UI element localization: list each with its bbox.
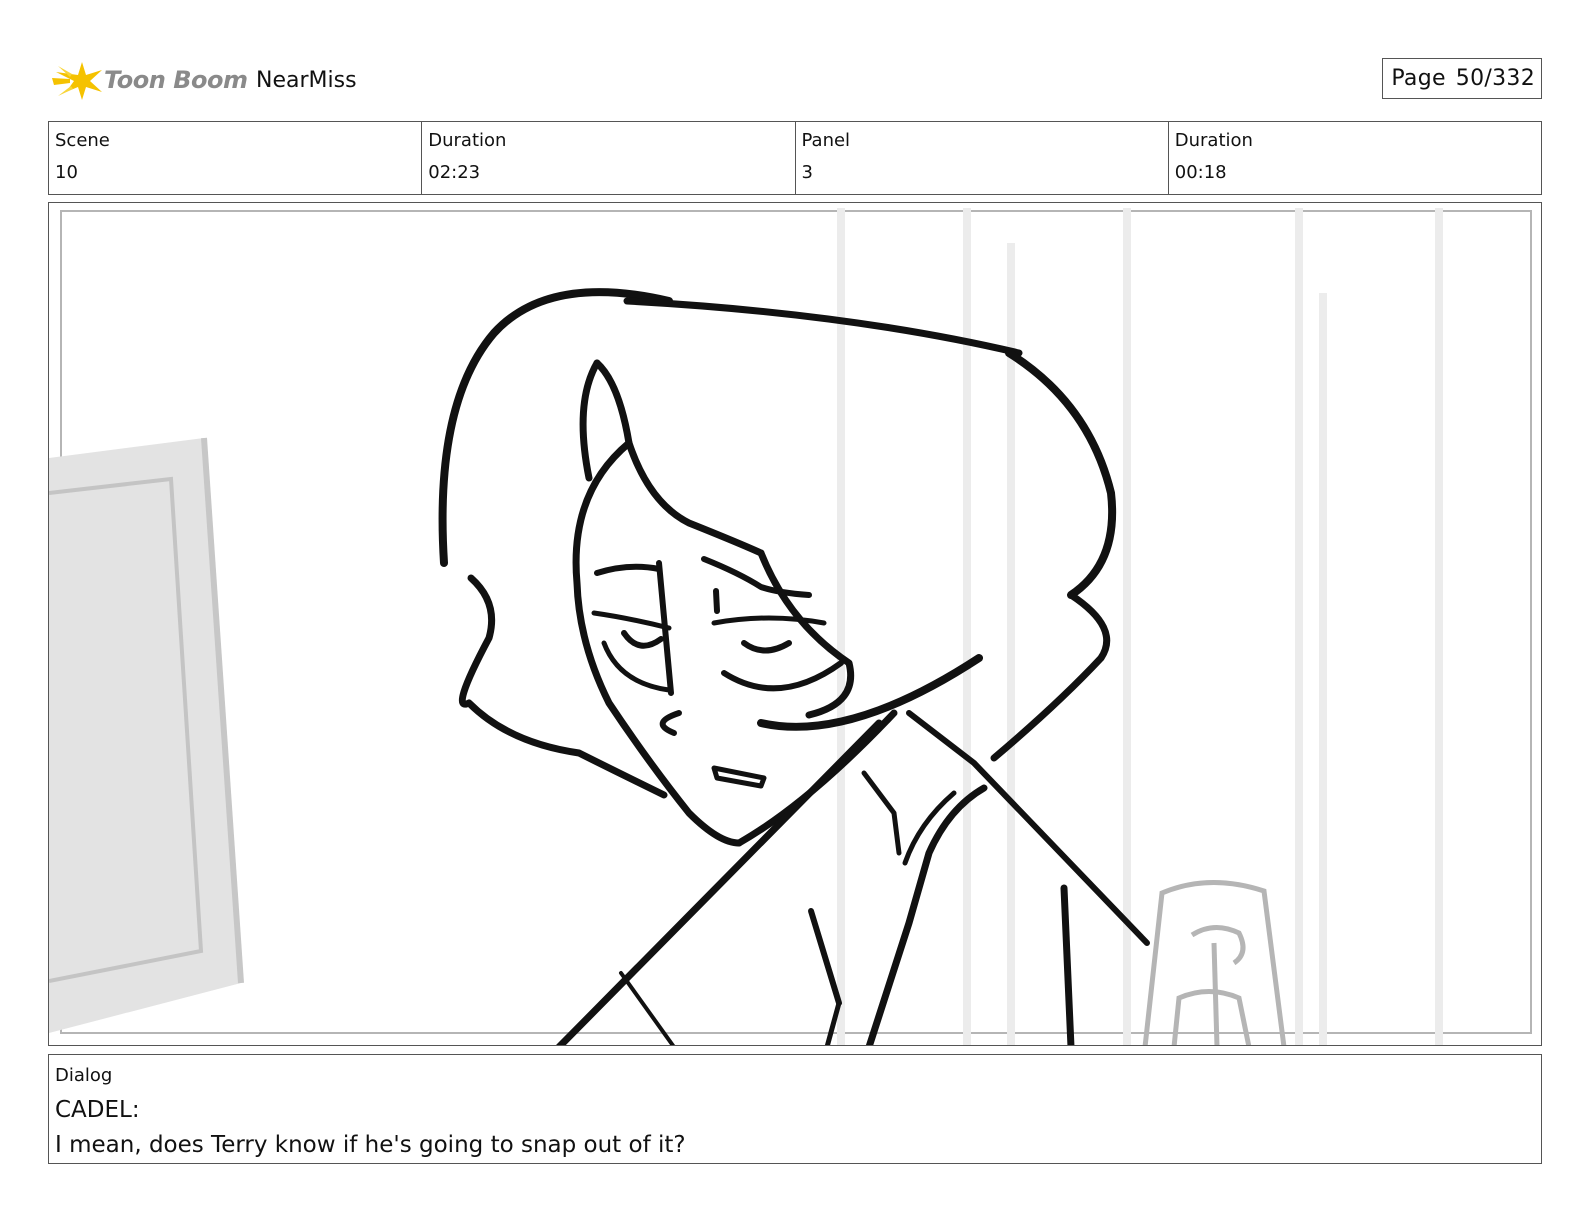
scene-duration-value: 02:23 (428, 162, 481, 183)
panel-label: Panel (801, 130, 851, 151)
toon-boom-logo: Toon Boom (52, 58, 248, 104)
panel-cell: Panel 3 (796, 122, 1169, 194)
safe-area-frame (60, 210, 1532, 1034)
page-number: 50/332 (1455, 66, 1535, 91)
scene-cell: Scene 10 (49, 122, 423, 194)
page-label: Page (1391, 66, 1446, 91)
scene-label: Scene (55, 130, 110, 151)
scene-info-table: Scene 10 Duration 02:23 Panel 3 Duration… (48, 121, 1542, 195)
scene-duration-cell: Duration 02:23 (422, 122, 796, 194)
dialog-line: I mean, does Terry know if he's going to… (55, 1132, 686, 1158)
panel-value: 3 (801, 162, 813, 183)
panel-duration-label: Duration (1174, 130, 1253, 151)
page-indicator: Page 50/332 (1382, 58, 1542, 99)
dialog-speaker: CADEL: (55, 1097, 140, 1123)
dialog-box: Dialog CADEL: I mean, does Terry know if… (48, 1054, 1542, 1164)
scene-duration-label: Duration (428, 130, 507, 151)
panel-sketch (49, 208, 1532, 1045)
panel-duration-value: 00:18 (1174, 162, 1227, 183)
dialog-label: Dialog (55, 1065, 113, 1086)
storyboard-panel (48, 202, 1542, 1046)
page-header: Toon Boom NearMiss Page 50/332 (52, 56, 1542, 106)
cup-sketch (1142, 879, 1287, 1045)
star-burst-icon (52, 62, 102, 100)
scene-value: 10 (55, 162, 78, 183)
project-name: NearMiss (256, 68, 357, 93)
character-sketch (438, 288, 1150, 1045)
monitor-sketch (49, 437, 244, 1033)
logo-text: Toon Boom (104, 66, 248, 94)
panel-duration-cell: Duration 00:18 (1169, 122, 1541, 194)
